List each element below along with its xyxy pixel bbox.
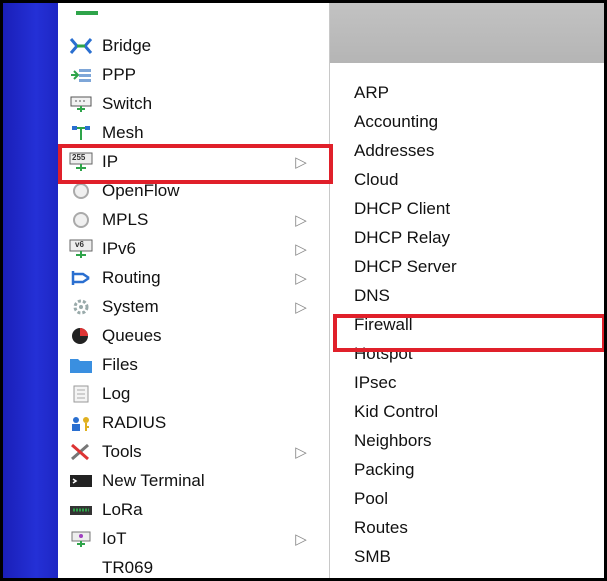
menu-item-radius[interactable]: RADIUS (58, 408, 330, 437)
menu-item-routing[interactable]: Routing ▷ (58, 263, 330, 292)
submenu-arrow-icon: ▷ (295, 240, 307, 258)
radius-icon (69, 413, 93, 433)
menu-item-label: Files (102, 354, 138, 374)
switch-icon (69, 94, 93, 114)
submenu-arrow-icon: ▷ (295, 443, 307, 461)
submenu-arrow-icon: ▷ (295, 153, 307, 171)
submenu-item-kid-control[interactable]: Kid Control (330, 397, 604, 426)
mesh-icon (69, 123, 93, 143)
submenu-item-firewall[interactable]: Firewall (330, 310, 604, 339)
menu-item-tr069[interactable]: TR069 (58, 553, 330, 578)
menu-item-iot[interactable]: IoT ▷ (58, 524, 330, 553)
menu-item-ipv6[interactable]: v6 IPv6 ▷ (58, 234, 330, 263)
submenu-item-packing[interactable]: Packing (330, 455, 604, 484)
ip-icon-text: 255 (72, 152, 86, 162)
ip-submenu: ARP Accounting Addresses Cloud DHCP Clie… (330, 63, 604, 578)
left-vertical-bar (3, 3, 58, 578)
queues-icon (69, 326, 93, 346)
ipv6-icon: v6 (69, 239, 93, 259)
menu-item-label: Mesh (102, 122, 144, 142)
mpls-icon (69, 210, 93, 230)
menu-item-openflow[interactable]: OpenFlow (58, 176, 330, 205)
submenu-arrow-icon: ▷ (295, 530, 307, 548)
tr069-icon-placeholder (69, 558, 93, 578)
submenu-item-pool[interactable]: Pool (330, 484, 604, 513)
menu-item-label: PPP (102, 64, 137, 84)
submenu-item-addresses[interactable]: Addresses (330, 136, 604, 165)
submenu-item-arp[interactable]: ARP (330, 78, 604, 107)
menu-item-system[interactable]: System ▷ (58, 292, 330, 321)
files-icon (69, 355, 93, 375)
menu-item-files[interactable]: Files (58, 350, 330, 379)
ip-icon: 255 (69, 152, 93, 172)
submenu-item-dns[interactable]: DNS (330, 281, 604, 310)
menu-item-label: Log (102, 383, 131, 403)
menu-item-label: Tools (102, 441, 142, 461)
submenu-arrow-icon: ▷ (295, 298, 307, 316)
menu-item-log[interactable]: Log (58, 379, 330, 408)
menu-item-label: LoRa (102, 499, 143, 519)
submenu-item-neighbors[interactable]: Neighbors (330, 426, 604, 455)
menu-item-label: Routing (102, 267, 161, 287)
tools-icon (69, 442, 93, 462)
menu-item-label: TR069 (102, 557, 154, 577)
menu-item-ip[interactable]: 255 IP ▷ (58, 147, 330, 176)
menu-item-new-terminal[interactable]: New Terminal (58, 466, 330, 495)
menu-item-ppp[interactable]: PPP (58, 60, 330, 89)
partial-item-icon (76, 11, 98, 15)
submenu-item-accounting[interactable]: Accounting (330, 107, 604, 136)
lora-icon (69, 500, 93, 520)
routing-icon (69, 268, 93, 288)
menu-item-label: IP (102, 151, 119, 171)
ppp-icon (69, 65, 93, 85)
menu-item-label: MPLS (102, 209, 149, 229)
menu-item-switch[interactable]: Switch (58, 89, 330, 118)
menu-screenshot: Bridge PPP Switch Mesh 255 IP ▷ OpenFlow… (0, 0, 607, 581)
menu-item-mpls[interactable]: MPLS ▷ (58, 205, 330, 234)
submenu-item-cloud[interactable]: Cloud (330, 165, 604, 194)
menu-item-lora[interactable]: LoRa (58, 495, 330, 524)
submenu-item-routes[interactable]: Routes (330, 513, 604, 542)
submenu-item-dhcp-server[interactable]: DHCP Server (330, 252, 604, 281)
system-icon (69, 297, 93, 317)
terminal-icon (69, 471, 93, 491)
menu-item-bridge[interactable]: Bridge (58, 31, 330, 60)
submenu-item-smb[interactable]: SMB (330, 542, 604, 571)
menu-item-label: Bridge (102, 35, 152, 55)
log-icon (69, 384, 93, 404)
ipv6-icon-text: v6 (75, 239, 84, 249)
submenu-item-ipsec[interactable]: IPsec (330, 368, 604, 397)
menu-item-tools[interactable]: Tools ▷ (58, 437, 330, 466)
main-menu: Bridge PPP Switch Mesh 255 IP ▷ OpenFlow… (58, 3, 330, 578)
bridge-icon (69, 36, 93, 56)
submenu-item-hotspot[interactable]: Hotspot (330, 339, 604, 368)
menu-item-label: OpenFlow (102, 180, 180, 200)
submenu-header (330, 3, 604, 63)
menu-item-label: RADIUS (102, 412, 167, 432)
openflow-icon (69, 181, 93, 201)
menu-item-mesh[interactable]: Mesh (58, 118, 330, 147)
submenu-item-dhcp-client[interactable]: DHCP Client (330, 194, 604, 223)
menu-item-label: System (102, 296, 159, 316)
submenu-arrow-icon: ▷ (295, 269, 307, 287)
menu-item-label: New Terminal (102, 470, 205, 490)
menu-item-label: Switch (102, 93, 153, 113)
menu-item-queues[interactable]: Queues (58, 321, 330, 350)
menu-item-label: IoT (102, 528, 127, 548)
menu-item-label: IPv6 (102, 238, 137, 258)
iot-icon (69, 529, 93, 549)
menu-item-label: Queues (102, 325, 162, 345)
submenu-arrow-icon: ▷ (295, 211, 307, 229)
submenu-item-dhcp-relay[interactable]: DHCP Relay (330, 223, 604, 252)
